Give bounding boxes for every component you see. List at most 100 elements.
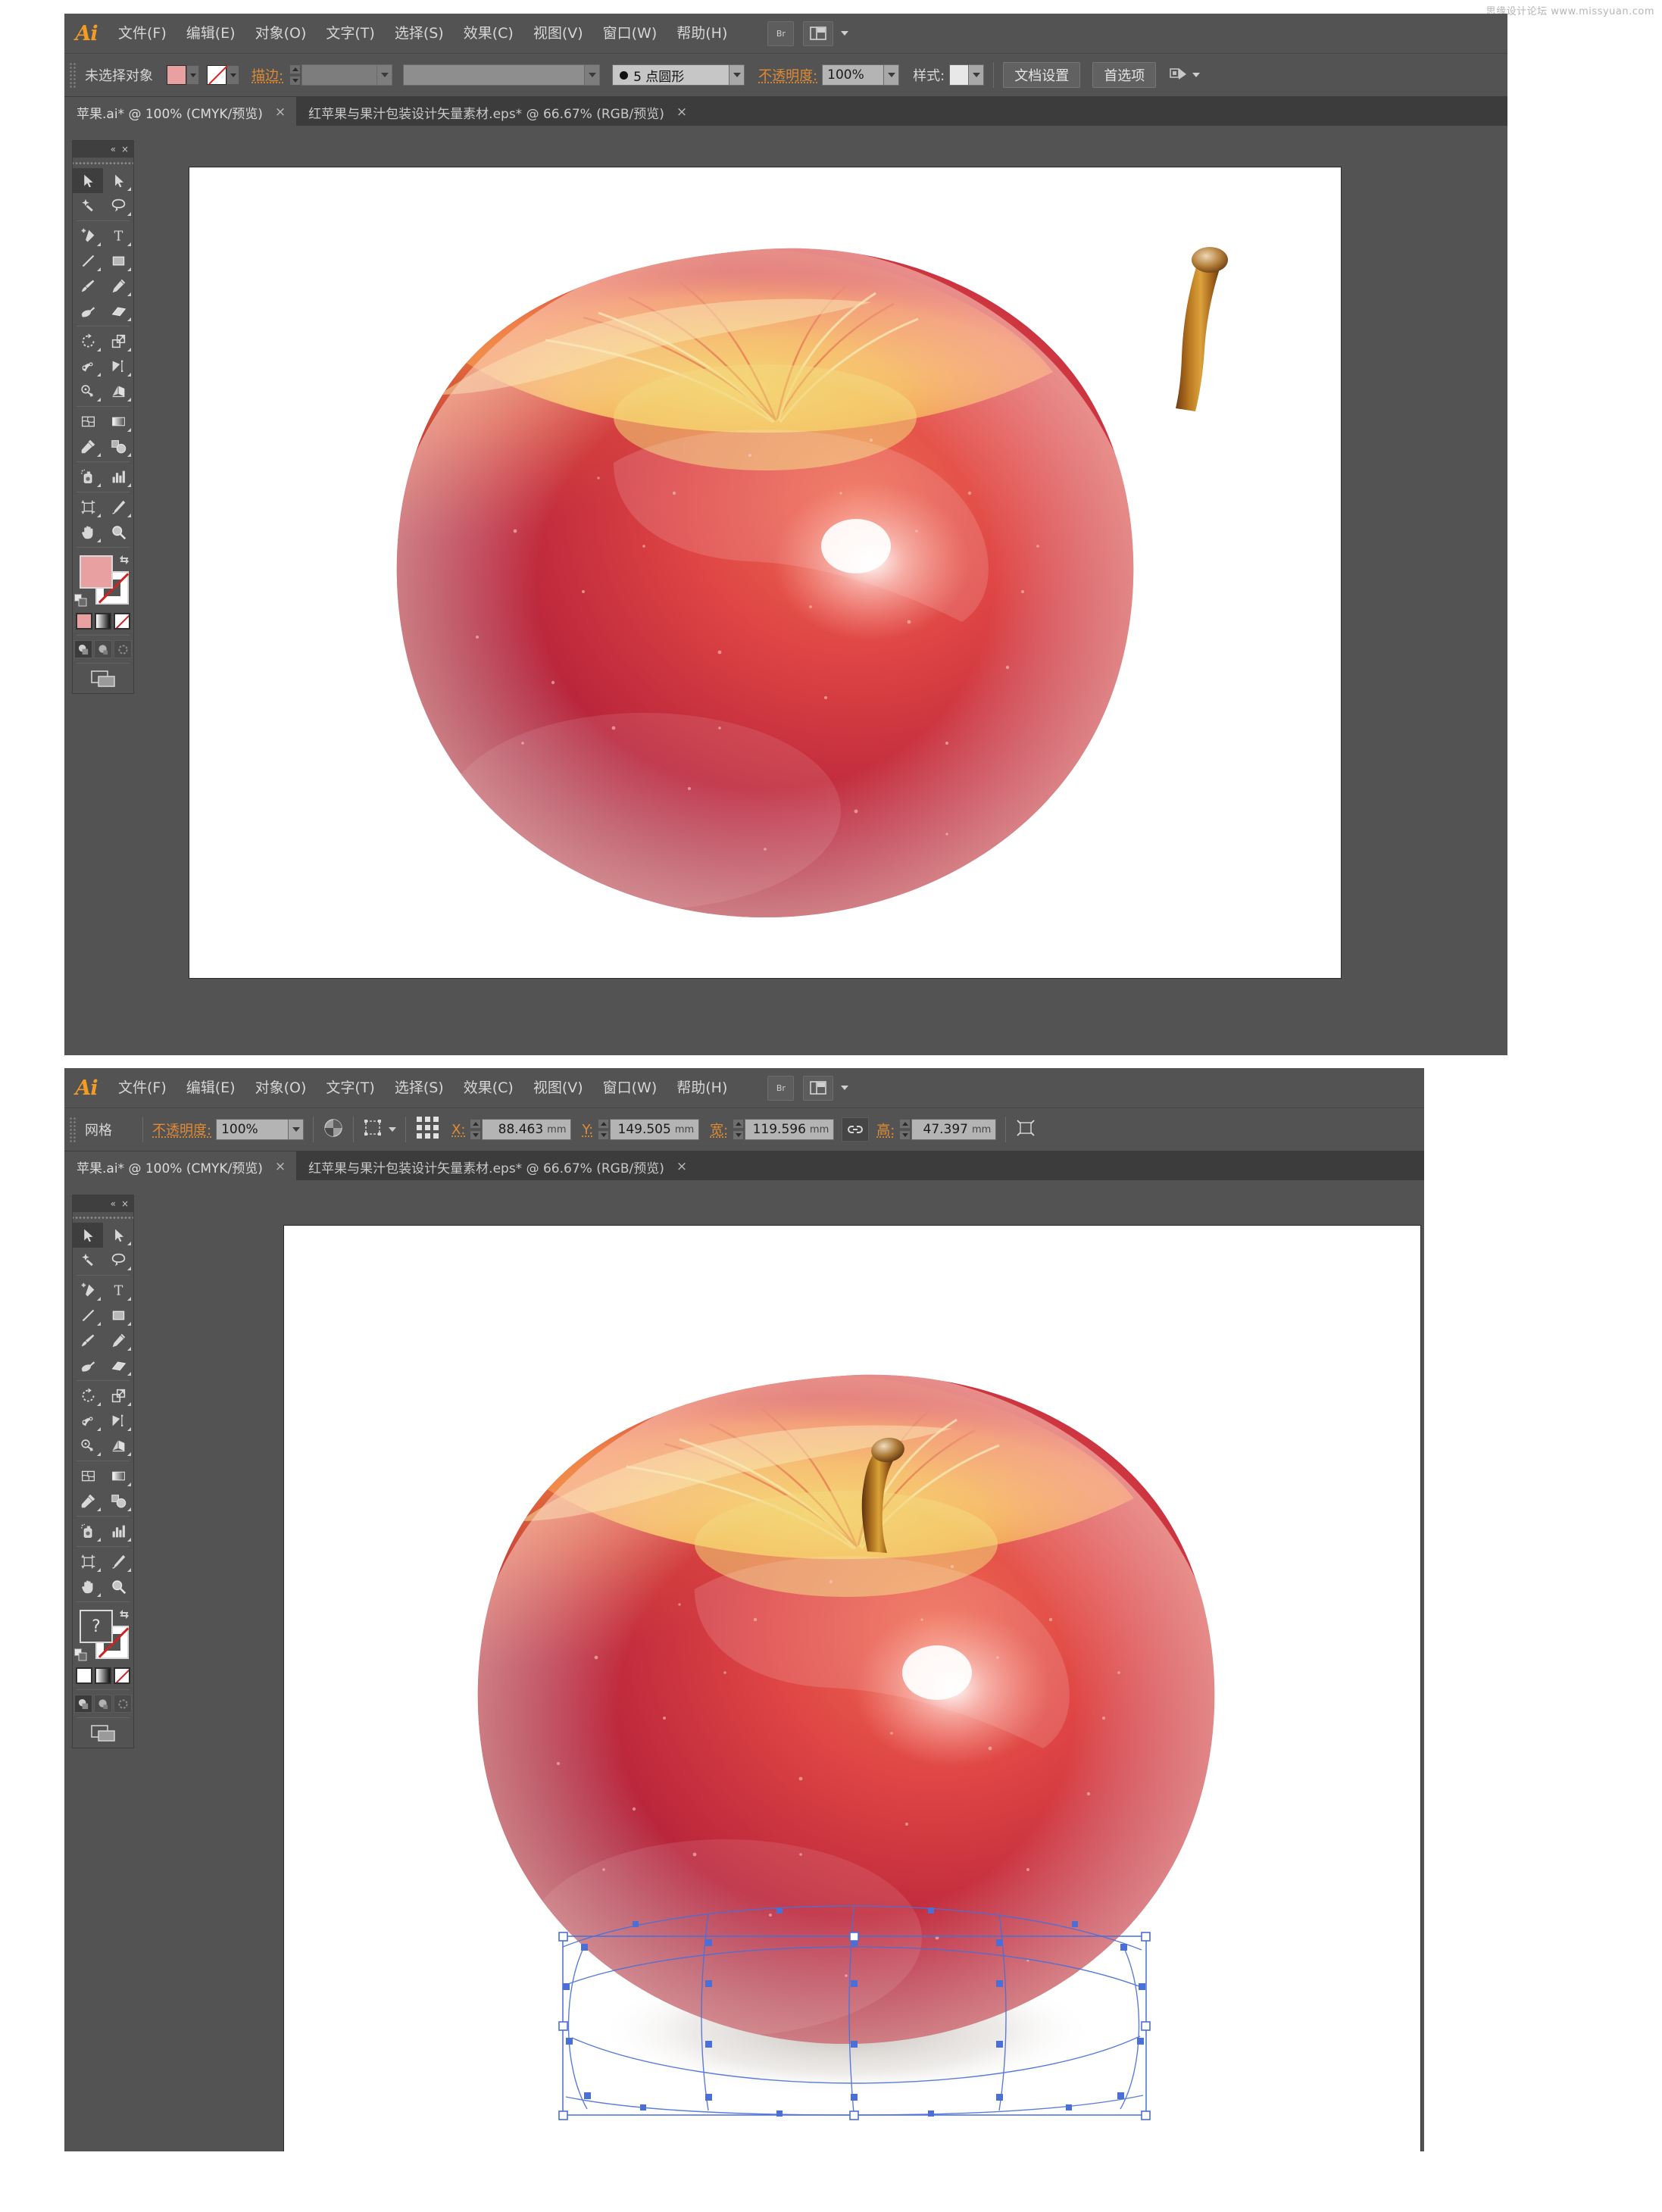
- draw-normal-icon[interactable]: [74, 640, 92, 658]
- recolor-artwork-icon[interactable]: [323, 1117, 344, 1142]
- canvas-bottom[interactable]: [64, 1180, 1424, 2151]
- transform-panel-icon[interactable]: [363, 1118, 386, 1141]
- constrain-proportions-icon[interactable]: [842, 1117, 870, 1142]
- opacity-field[interactable]: 100%: [216, 1119, 289, 1140]
- width-stepper[interactable]: [733, 1119, 745, 1140]
- color-mode-button[interactable]: [76, 613, 92, 630]
- close-icon[interactable]: ×: [275, 1159, 286, 1174]
- default-fill-stroke-icon[interactable]: [74, 1648, 87, 1661]
- rectangle-tool[interactable]: [103, 248, 133, 273]
- eraser-tool[interactable]: [103, 1353, 133, 1378]
- width-field[interactable]: 119.596 mm: [745, 1119, 835, 1140]
- stroke-profile-field[interactable]: [403, 64, 586, 86]
- reference-point-icon[interactable]: [415, 1115, 441, 1144]
- document-tab-eps[interactable]: 红苹果与果汁包装设计矢量素材.eps* @ 66.67% (RGB/预览) ×: [296, 97, 698, 127]
- lasso-tool[interactable]: [103, 1248, 133, 1273]
- stroke-dropdown-icon[interactable]: [226, 65, 239, 85]
- arrange-documents-icon[interactable]: [803, 1075, 834, 1101]
- menu-edit[interactable]: 编辑(E): [177, 14, 245, 53]
- menu-file[interactable]: 文件(F): [108, 1068, 177, 1108]
- stroke-weight-field[interactable]: [301, 64, 378, 86]
- fill-swatch[interactable]: [167, 65, 186, 85]
- draw-behind-icon[interactable]: [94, 1695, 112, 1713]
- menu-window[interactable]: 窗口(W): [593, 14, 667, 53]
- scale-tool[interactable]: [103, 1383, 133, 1408]
- document-tab-apple[interactable]: 苹果.ai* @ 100% (CMYK/预览) ×: [64, 97, 297, 127]
- height-field[interactable]: 47.397 mm: [911, 1119, 997, 1140]
- menu-select[interactable]: 选择(S): [385, 14, 454, 53]
- gradient-tool[interactable]: [103, 1464, 133, 1489]
- menu-object[interactable]: 对象(O): [245, 1068, 317, 1108]
- shape-builder-tool[interactable]: [73, 379, 103, 404]
- menu-object[interactable]: 对象(O): [245, 14, 317, 53]
- artboard-top[interactable]: [189, 167, 1341, 978]
- toolbox-header[interactable]: « ×: [73, 141, 133, 158]
- preferences-button[interactable]: 首选项: [1092, 62, 1157, 88]
- menu-view[interactable]: 视图(V): [523, 14, 593, 53]
- y-stepper[interactable]: [598, 1119, 610, 1140]
- opacity-dropdown-icon[interactable]: [289, 1119, 305, 1140]
- x-field[interactable]: 88.463 mm: [482, 1119, 572, 1140]
- control-bar-gripper[interactable]: [69, 62, 76, 88]
- type-tool[interactable]: T: [103, 1278, 133, 1303]
- menu-type[interactable]: 文字(T): [316, 1068, 384, 1108]
- toolbox-bottom[interactable]: « × T ?: [72, 1195, 134, 1748]
- close-icon[interactable]: ×: [676, 105, 687, 120]
- toolbox-header[interactable]: « ×: [73, 1195, 133, 1212]
- stroke-none-swatch[interactable]: [207, 65, 226, 85]
- opacity-field[interactable]: 100%: [822, 64, 885, 86]
- blend-tool[interactable]: [103, 1489, 133, 1514]
- stroke-weight-stepper[interactable]: [289, 64, 301, 86]
- draw-inside-icon[interactable]: [114, 1695, 132, 1713]
- menu-file[interactable]: 文件(F): [108, 14, 177, 53]
- gradient-mode-button[interactable]: [95, 613, 111, 630]
- close-icon[interactable]: ×: [121, 1199, 129, 1208]
- pen-tool[interactable]: [73, 1278, 103, 1303]
- fill-dropdown-icon[interactable]: [186, 65, 199, 85]
- close-icon[interactable]: ×: [275, 105, 286, 120]
- brush-definition-field[interactable]: 5 点圆形: [612, 64, 730, 86]
- menu-type[interactable]: 文字(T): [316, 14, 384, 53]
- apple-artwork-top[interactable]: [189, 167, 1341, 978]
- zoom-tool[interactable]: [103, 1574, 133, 1599]
- blob-brush-tool[interactable]: [73, 298, 103, 323]
- selection-tool[interactable]: [73, 168, 103, 193]
- zoom-tool[interactable]: [103, 520, 133, 545]
- fill-swatch-large[interactable]: ?: [80, 1610, 113, 1643]
- arrange-caret-icon[interactable]: [841, 31, 849, 36]
- direct-selection-tool[interactable]: [103, 1223, 133, 1248]
- artboard-bottom[interactable]: [284, 1226, 1420, 2151]
- envelope-distort-icon[interactable]: [1015, 1118, 1036, 1141]
- transform-caret-icon[interactable]: [389, 1127, 397, 1132]
- mesh-tool[interactable]: [73, 409, 103, 434]
- lasso-tool[interactable]: [103, 193, 133, 218]
- color-mode-button[interactable]: [76, 1667, 92, 1684]
- rotate-tool[interactable]: [73, 1383, 103, 1408]
- free-transform-tool[interactable]: [103, 354, 133, 379]
- collapse-icon[interactable]: «: [111, 145, 116, 154]
- type-tool[interactable]: T: [103, 223, 133, 248]
- control-bar-gripper[interactable]: [69, 1117, 76, 1142]
- magic-wand-tool[interactable]: [73, 193, 103, 218]
- artboard-tool[interactable]: [73, 1549, 103, 1574]
- width-label[interactable]: 宽:: [710, 1120, 728, 1139]
- height-stepper[interactable]: [899, 1119, 911, 1140]
- bridge-icon[interactable]: Br: [767, 1075, 795, 1101]
- stroke-label[interactable]: 描边:: [251, 65, 283, 85]
- menu-help[interactable]: 帮助(H): [667, 14, 737, 53]
- slice-tool[interactable]: [103, 495, 133, 520]
- gradient-tool[interactable]: [103, 409, 133, 434]
- stroke-color-control[interactable]: [207, 65, 239, 85]
- stroke-weight-dropdown-icon[interactable]: [377, 64, 393, 86]
- shape-builder-tool[interactable]: [73, 1433, 103, 1458]
- menu-select[interactable]: 选择(S): [385, 1068, 454, 1108]
- fill-swatch-large[interactable]: [80, 555, 113, 589]
- y-label[interactable]: Y:: [582, 1122, 593, 1138]
- artboard-tool[interactable]: [73, 495, 103, 520]
- free-transform-tool[interactable]: [103, 1408, 133, 1433]
- toolbox-gripper[interactable]: [73, 1212, 133, 1223]
- apple-artwork-bottom[interactable]: [284, 1226, 1420, 2151]
- paintbrush-tool[interactable]: [73, 1328, 103, 1353]
- fill-color-control[interactable]: [167, 65, 199, 85]
- selection-tool[interactable]: [73, 1223, 103, 1248]
